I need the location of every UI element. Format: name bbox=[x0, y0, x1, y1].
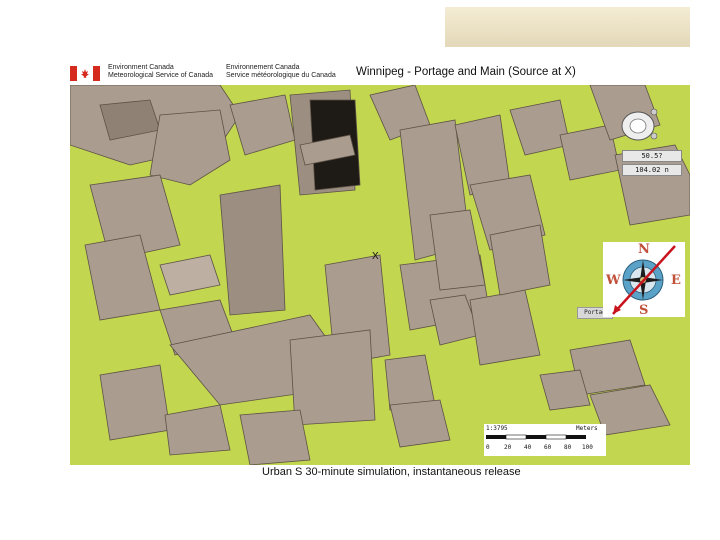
figure-caption: Urban S 30-minute simulation, instantane… bbox=[262, 466, 521, 478]
scale-ruler bbox=[486, 434, 586, 440]
city-3d-map[interactable] bbox=[70, 85, 690, 465]
top-decorative-tab bbox=[445, 7, 690, 47]
hud-readout-2: 104.02 n bbox=[622, 164, 682, 176]
hud-readout-1: 50.5? bbox=[622, 150, 682, 162]
page-title: Winnipeg - Portage and Main (Source at X… bbox=[356, 66, 576, 78]
scale-tick-label: 0 bbox=[486, 444, 490, 451]
org-name-french: Environnement Canada Service météorologi… bbox=[226, 64, 336, 80]
org-line: Meteorological Service of Canada bbox=[108, 72, 214, 79]
building bbox=[389, 399, 451, 448]
wind-direction-arrow bbox=[612, 245, 676, 315]
org-line: Service météorologique du Canada bbox=[226, 72, 336, 79]
compass-rose-icon bbox=[612, 245, 676, 315]
map-canvas bbox=[70, 85, 690, 465]
scale-tick-label: 100 bbox=[582, 444, 593, 451]
navigation-ring-icon[interactable] bbox=[618, 104, 686, 148]
map-scale-bar: 1:3795 Meters 0 20 40 60 80 100 bbox=[484, 424, 606, 456]
org-line: Environment Canada bbox=[108, 64, 174, 71]
scale-tick-label: 40 bbox=[524, 444, 532, 451]
building bbox=[289, 329, 376, 426]
scale-tick-label: 20 bbox=[504, 444, 512, 451]
scale-tick-label: 60 bbox=[544, 444, 552, 451]
building bbox=[219, 184, 286, 316]
view-controls: 50.5? 104.02 n bbox=[618, 104, 686, 184]
header-bar: Environment Canada Meteorological Servic… bbox=[70, 62, 690, 84]
building bbox=[239, 409, 311, 465]
building bbox=[99, 364, 171, 441]
scale-ratio: 1:3795 bbox=[486, 425, 508, 432]
org-name-english: Environment Canada Meteorological Servic… bbox=[108, 64, 213, 80]
org-line: Environnement Canada bbox=[226, 64, 300, 71]
canada-flag-icon bbox=[70, 66, 100, 81]
scale-tick-label: 80 bbox=[564, 444, 572, 451]
source-marker: X bbox=[372, 251, 379, 262]
scale-unit: Meters bbox=[576, 425, 598, 432]
building bbox=[489, 224, 551, 296]
compass: N S W E bbox=[603, 242, 685, 318]
